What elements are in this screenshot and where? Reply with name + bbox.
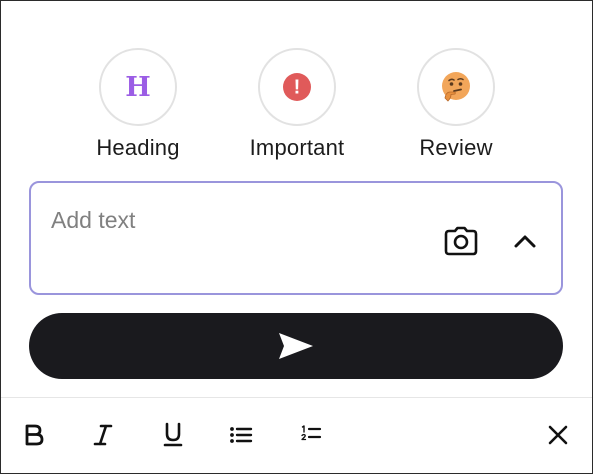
underline-button[interactable]: [153, 416, 193, 454]
camera-icon: [444, 226, 478, 256]
review-chip-circle[interactable]: [417, 48, 495, 126]
underline-icon: [163, 422, 183, 447]
heading-chip-label: Heading: [96, 135, 180, 160]
send-icon: [279, 333, 313, 359]
close-toolbar-button[interactable]: [538, 416, 578, 454]
bold-button[interactable]: [14, 416, 54, 454]
italic-button[interactable]: [83, 416, 123, 454]
important-chip[interactable]: ! Important: [217, 48, 377, 161]
bulleted-list-icon: [230, 427, 253, 443]
bold-icon: [25, 424, 44, 446]
exclamation-icon: !: [283, 73, 311, 101]
important-chip-label: Important: [249, 135, 345, 160]
numbered-list-button[interactable]: [291, 416, 331, 454]
review-chip-label: Review: [419, 135, 493, 160]
heading-icon: H: [125, 71, 151, 103]
numbered-list-icon: [301, 425, 322, 441]
bulleted-list-button[interactable]: [221, 416, 261, 454]
text-composer: [29, 181, 563, 295]
heading-chip-circle[interactable]: H: [99, 48, 177, 126]
exclamation-glyph: !: [294, 77, 301, 99]
thinking-face-icon: [442, 72, 470, 102]
toolbar-divider: [0, 397, 593, 398]
important-chip-circle[interactable]: !: [258, 48, 336, 126]
send-button[interactable]: [29, 313, 563, 379]
close-icon: [548, 425, 568, 445]
review-chip[interactable]: Review: [376, 48, 536, 161]
heading-chip[interactable]: H Heading: [58, 48, 218, 161]
italic-icon: [93, 424, 113, 446]
chevron-up-icon: [514, 235, 536, 248]
camera-button[interactable]: [441, 221, 481, 261]
collapse-button[interactable]: [505, 221, 545, 261]
add-text-input[interactable]: [51, 203, 411, 237]
